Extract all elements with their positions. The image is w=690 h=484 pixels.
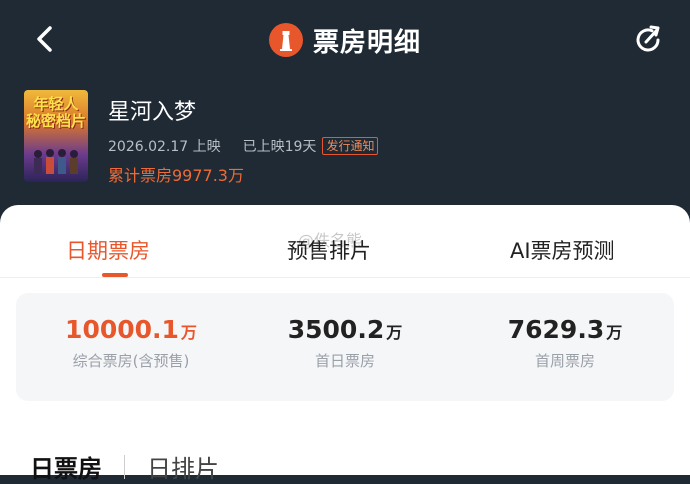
- lighthouse-icon: [268, 23, 303, 57]
- cumulative-box-office: 累计票房9977.3万: [108, 166, 244, 185]
- tab-ai-forecast[interactable]: AI票房预测: [510, 235, 615, 265]
- stat-unit: 万: [606, 323, 623, 342]
- stat-label: 首周票房: [534, 352, 595, 370]
- stat-value: 10000.1: [65, 315, 179, 344]
- stat-label: 综合票房(含预售): [72, 352, 190, 370]
- stat-value: 3500.2: [287, 315, 385, 344]
- stat-unit: 万: [386, 323, 403, 342]
- poster-figures-art: [34, 149, 78, 174]
- stat-unit: 万: [180, 323, 197, 342]
- movie-meta: 2026.02.17 上映 已上映19天 发行通知: [108, 136, 379, 156]
- top-bar: 票房明细: [0, 0, 690, 80]
- release-date: 2026.02.17 上映: [108, 139, 221, 155]
- active-tab-indicator: [102, 273, 128, 277]
- share-button[interactable]: [630, 22, 666, 58]
- stat-label: 首日票房: [314, 352, 375, 370]
- stat-value: 7629.3: [507, 315, 605, 344]
- poster-title-art: 年轻人 秘密档片: [25, 95, 86, 130]
- stats-panel: 10000.1 万 综合票房(含预售) 3500.2 万 首日票房 7629.3 万 …: [16, 293, 674, 401]
- tab-daily-screenings[interactable]: 日排片: [147, 449, 219, 484]
- refresh-share-icon: [636, 25, 660, 52]
- box-office-card: 日期票房 预售排片 AI票房预测 @佚名熊 10000.1 万 综合票房(含预售)…: [0, 205, 690, 483]
- sub-tab-bar: 日票房 日排片: [30, 449, 219, 484]
- tab-daily-box-office[interactable]: 日期票房: [66, 235, 150, 265]
- tab-daily-gross[interactable]: 日票房: [30, 449, 102, 484]
- page-title: 票房明细: [312, 27, 421, 58]
- days-released: 已上映19天: [242, 139, 317, 155]
- release-notice-badge[interactable]: 发行通知: [322, 137, 379, 155]
- movie-title: 星河入梦: [108, 100, 197, 125]
- stat-first-day: 3500.2 万 首日票房: [235, 315, 455, 371]
- watermark: @佚名熊: [298, 231, 363, 250]
- stat-first-week: 7629.3 万 首周票房: [455, 315, 675, 371]
- tab-bar: 日期票房 预售排片 AI票房预测 @佚名熊: [0, 205, 690, 278]
- movie-poster[interactable]: 年轻人 秘密档片: [24, 90, 88, 182]
- stat-total-incl-presale: 10000.1 万 综合票房(含预售): [21, 315, 241, 371]
